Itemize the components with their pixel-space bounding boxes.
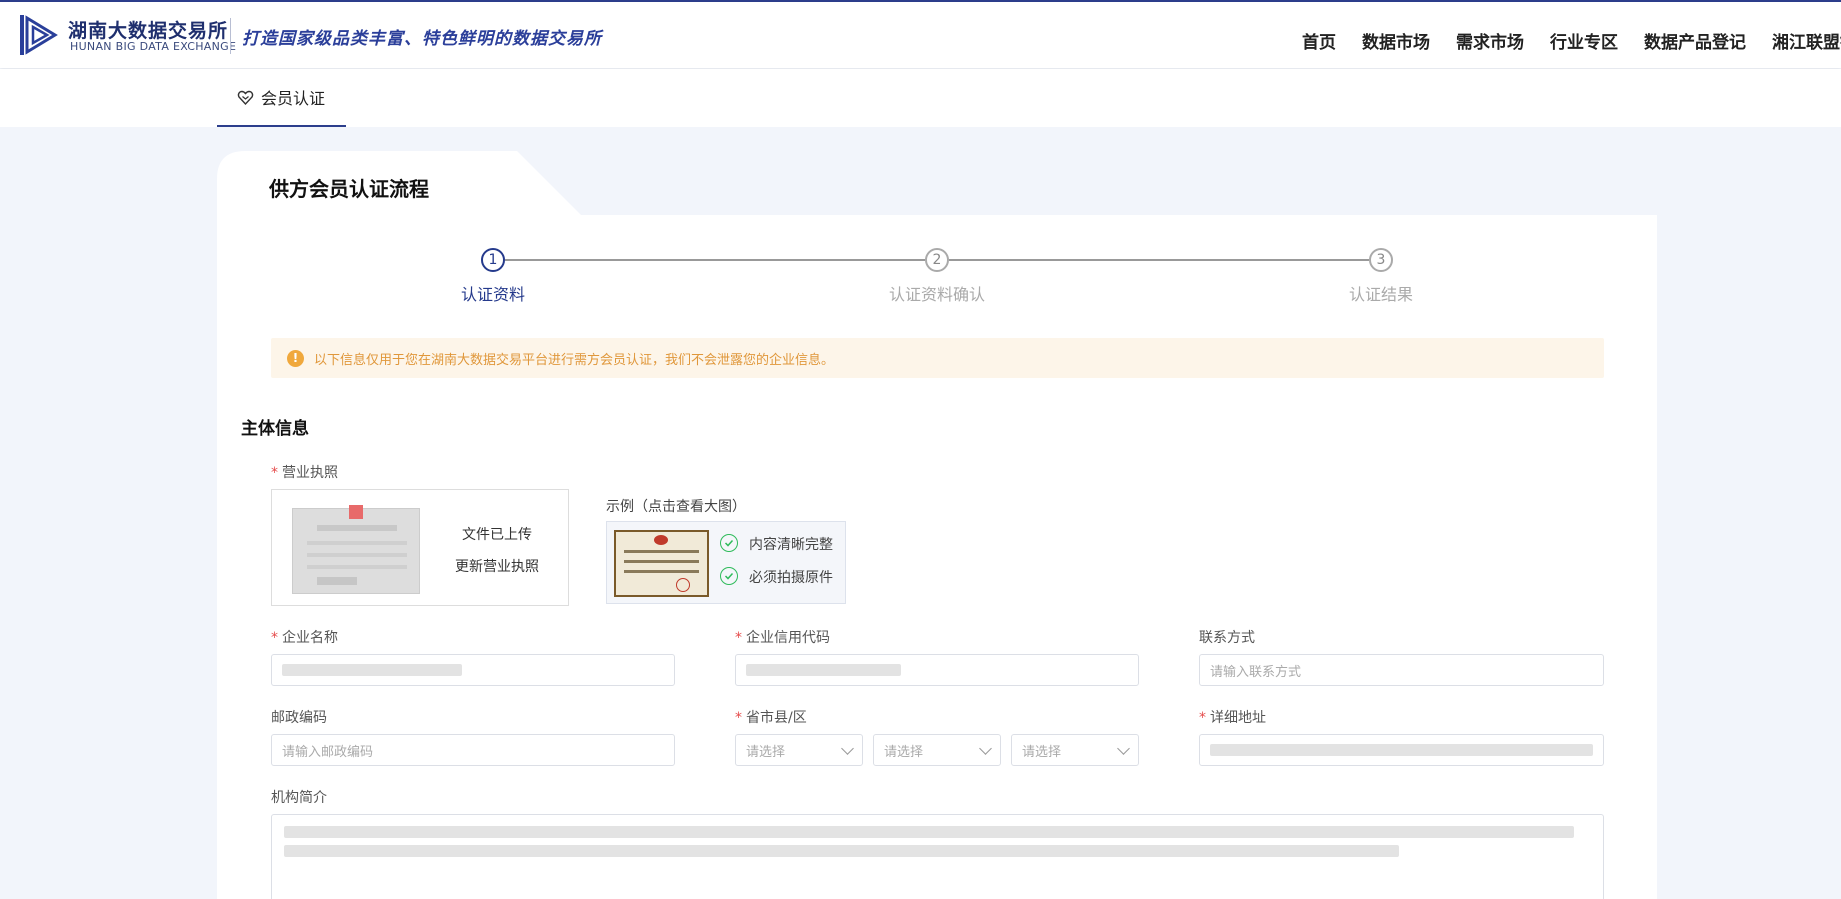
- credit-code-input[interactable]: [735, 654, 1139, 686]
- redacted-value: [284, 826, 1574, 838]
- nav-product-registration[interactable]: 数据产品登记: [1644, 28, 1746, 53]
- tab-member-certification[interactable]: 会员认证: [217, 69, 346, 127]
- postal-code-label: 邮政编码: [271, 710, 327, 726]
- nav-data-market[interactable]: 数据市场: [1362, 28, 1430, 53]
- nav-industry-zone[interactable]: 行业专区: [1550, 28, 1618, 53]
- step-1-label: 认证资料: [460, 285, 525, 304]
- check-icon: [720, 567, 738, 585]
- update-license-button[interactable]: 更新营业执照: [455, 556, 539, 576]
- example-label: 示例（点击查看大图）: [606, 499, 746, 515]
- logo-title: 湖南大数据交易所: [68, 20, 229, 42]
- heart-shield-icon: [237, 90, 254, 105]
- step-3-label: 认证结果: [1348, 285, 1413, 304]
- province-select-value: 请选择: [746, 744, 786, 760]
- alert-text: 以下信息仅用于您在湖南大数据交易平台进行需方会员认证，我们不会泄露您的企业信息。: [314, 352, 835, 368]
- chevron-down-icon: [1117, 742, 1130, 755]
- logo-icon[interactable]: [17, 12, 59, 58]
- nav-xiangjiang-chain[interactable]: 湘江联盟链: [1772, 28, 1841, 53]
- province-select[interactable]: 请选择: [735, 734, 863, 766]
- business-license-label: * 营业执照: [271, 465, 338, 481]
- step-3-circle: 3: [1369, 248, 1393, 272]
- business-license-upload[interactable]: 文件已上传 更新营业执照: [271, 489, 569, 606]
- stepper-line-2: [949, 259, 1369, 261]
- example-check-1: 内容清晰完整: [749, 537, 833, 553]
- redacted-value: [282, 664, 462, 676]
- page-title: 供方会员认证流程: [269, 177, 429, 201]
- chevron-down-icon: [979, 742, 992, 755]
- address-label: * 详细地址: [1199, 710, 1266, 726]
- license-thumbnail[interactable]: [292, 505, 420, 594]
- example-preview[interactable]: 内容清晰完整 必须拍摄原件: [606, 521, 846, 604]
- upload-status: 文件已上传: [462, 527, 532, 543]
- logo-divider: [230, 18, 231, 54]
- contact-label: 联系方式: [1199, 630, 1255, 646]
- example-certificate-image: [614, 530, 709, 597]
- contact-input[interactable]: 请输入联系方式: [1199, 654, 1604, 686]
- redacted-value: [1210, 744, 1593, 756]
- logo-subtitle: HUNAN BIG DATA EXCHANGE: [70, 40, 237, 53]
- stepper-line-1: [505, 259, 925, 261]
- city-select-value: 请选择: [884, 744, 924, 760]
- main-nav: 首页 数据市场 需求市场 行业专区 数据产品登记 湘江联盟链: [1302, 28, 1841, 53]
- chevron-down-icon: [841, 742, 854, 755]
- tab-label: 会员认证: [261, 89, 326, 108]
- region-label: * 省市县/区: [735, 710, 807, 726]
- redacted-value: [746, 664, 901, 676]
- check-icon: [720, 534, 738, 552]
- nav-demand-market[interactable]: 需求市场: [1456, 28, 1524, 53]
- company-name-input[interactable]: [271, 654, 675, 686]
- intro-label: 机构简介: [271, 790, 327, 806]
- district-select[interactable]: 请选择: [1011, 734, 1139, 766]
- company-name-label: * 企业名称: [271, 630, 338, 646]
- nav-home[interactable]: 首页: [1302, 28, 1336, 53]
- intro-textarea[interactable]: [271, 814, 1604, 899]
- warning-icon: !: [287, 349, 304, 367]
- city-select[interactable]: 请选择: [873, 734, 1001, 766]
- step-1-circle: 1: [481, 248, 505, 272]
- example-check-2: 必须拍摄原件: [749, 570, 833, 586]
- credit-code-label: * 企业信用代码: [735, 630, 830, 646]
- step-2-circle: 2: [925, 248, 949, 272]
- address-input[interactable]: [1199, 734, 1604, 766]
- postal-code-input[interactable]: 请输入邮政编码: [271, 734, 675, 766]
- privacy-alert: ! 以下信息仅用于您在湖南大数据交易平台进行需方会员认证，我们不会泄露您的企业信…: [271, 338, 1604, 378]
- section-title: 主体信息: [241, 419, 309, 439]
- redacted-value: [284, 845, 1399, 857]
- district-select-value: 请选择: [1022, 744, 1062, 760]
- slogan: 打造国家级品类丰富、特色鲜明的数据交易所: [242, 29, 602, 49]
- site-header: 湖南大数据交易所 HUNAN BIG DATA EXCHANGE 打造国家级品类…: [0, 2, 1841, 68]
- step-2-label: 认证资料确认: [888, 285, 985, 304]
- sub-navigation: 会员认证: [0, 69, 1841, 127]
